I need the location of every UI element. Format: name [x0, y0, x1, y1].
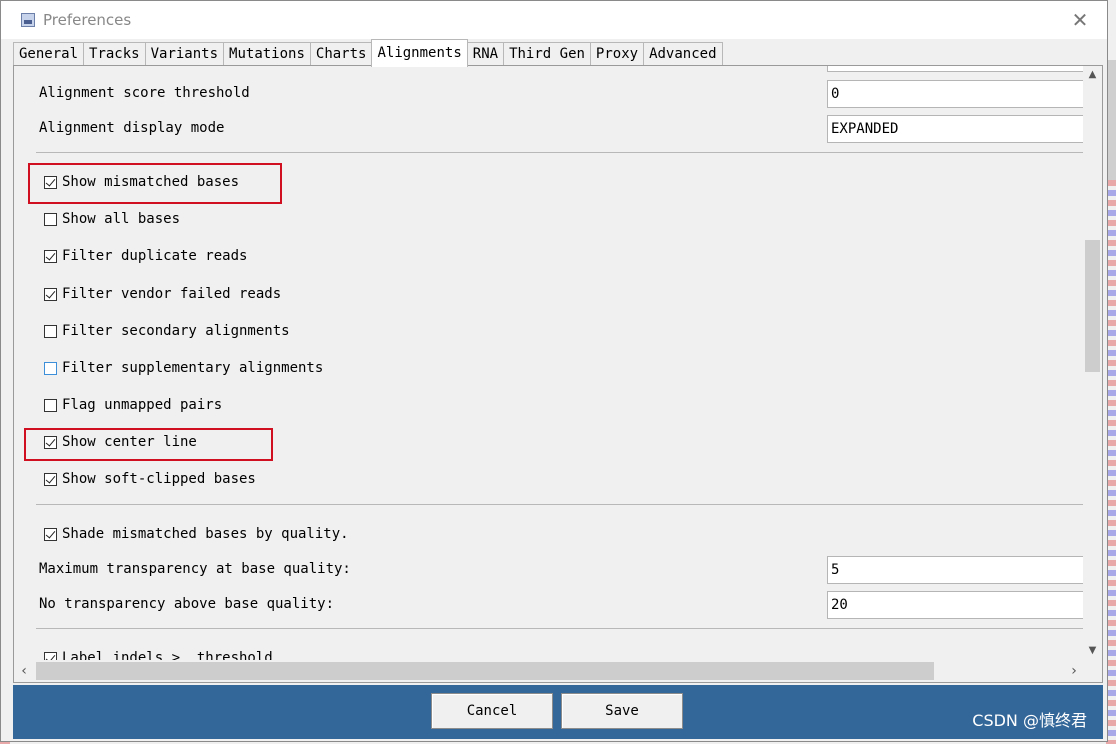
shade-mismatched-checkbox[interactable]: Shade mismatched bases by quality. [44, 524, 349, 544]
tab-rna[interactable]: RNA [466, 42, 505, 66]
checkbox-label: Filter secondary alignments [62, 323, 290, 339]
horizontal-scrollbar[interactable]: ‹ › [14, 660, 1084, 682]
label-indels-checkbox[interactable]: Label indels > threshold [44, 648, 273, 660]
vertical-scroll-thumb[interactable] [1085, 240, 1100, 372]
cancel-button[interactable]: Cancel [431, 693, 553, 729]
divider [36, 152, 1084, 153]
display-mode-input[interactable]: EXPANDED [827, 115, 1084, 143]
highlight-box-center-line [24, 428, 273, 461]
horizontal-scroll-thumb[interactable] [36, 662, 934, 680]
tab-advanced[interactable]: Advanced [643, 42, 723, 66]
checkbox-label: Show soft-clipped bases [62, 471, 256, 487]
checkbox-checked-icon[interactable] [44, 527, 57, 541]
vertical-scrollbar[interactable]: ▲ ▼ [1083, 66, 1102, 660]
checkbox-label: Filter duplicate reads [62, 248, 248, 264]
alignments-panel: Alignment score threshold 0 Alignment di… [13, 65, 1103, 683]
checkbox-label: Filter vendor failed reads [62, 286, 282, 302]
checkbox-unchecked-icon[interactable] [44, 398, 57, 412]
show-soft-clipped-checkbox[interactable]: Show soft-clipped bases [44, 469, 256, 489]
flag-unmapped-checkbox[interactable]: Flag unmapped pairs [44, 395, 222, 415]
no-transparency-label: No transparency above base quality: [39, 596, 335, 612]
preferences-dialog: Preferences ✕ General Tracks Variants Mu… [0, 0, 1108, 742]
score-threshold-label: Alignment score threshold [39, 85, 250, 101]
checkbox-label: Flag unmapped pairs [62, 397, 223, 413]
tab-alignments[interactable]: Alignments [371, 39, 468, 67]
filter-secondary-checkbox[interactable]: Filter secondary alignments [44, 321, 290, 341]
close-icon[interactable]: ✕ [1069, 9, 1091, 31]
tab-third-gen[interactable]: Third Gen [503, 42, 591, 66]
checkbox-label: Shade mismatched bases by quality. [62, 526, 349, 542]
show-all-bases-checkbox[interactable]: Show all bases [44, 209, 180, 229]
display-mode-label: Alignment display mode [39, 120, 225, 136]
scroll-right-arrow-icon[interactable]: › [1064, 660, 1084, 682]
checkbox-unchecked-icon[interactable] [44, 361, 57, 375]
checkbox-checked-icon[interactable] [44, 287, 57, 301]
app-icon [21, 13, 35, 27]
max-transparency-input[interactable]: 5 [827, 556, 1084, 584]
scroll-down-arrow-icon[interactable]: ▼ [1083, 642, 1102, 660]
divider [36, 504, 1084, 505]
window-title: Preferences [43, 11, 132, 29]
scroll-content: Alignment score threshold 0 Alignment di… [14, 66, 1084, 660]
tab-proxy[interactable]: Proxy [589, 42, 645, 66]
checkbox-checked-icon[interactable] [44, 651, 57, 660]
tab-variants[interactable]: Variants [144, 42, 225, 66]
checkbox-label: Show all bases [62, 211, 181, 227]
tab-tracks[interactable]: Tracks [83, 42, 146, 66]
filter-supplementary-checkbox[interactable]: Filter supplementary alignments [44, 358, 323, 378]
button-bar: Cancel Save CSDN @慎终君 [13, 685, 1103, 739]
highlight-box-mismatched [28, 163, 282, 204]
checkbox-checked-icon[interactable] [44, 472, 57, 486]
filter-duplicate-checkbox[interactable]: Filter duplicate reads [44, 246, 247, 266]
tab-mutations[interactable]: Mutations [223, 42, 311, 66]
scroll-left-arrow-icon[interactable]: ‹ [14, 660, 34, 682]
title-bar: Preferences ✕ [1, 1, 1107, 39]
partial-field-top [827, 66, 1084, 72]
divider [36, 628, 1084, 629]
tab-bar: General Tracks Variants Mutations Charts… [13, 39, 723, 67]
no-transparency-input[interactable]: 20 [827, 591, 1084, 619]
tab-charts[interactable]: Charts [309, 42, 373, 66]
scroll-up-arrow-icon[interactable]: ▲ [1083, 66, 1102, 84]
checkbox-checked-icon[interactable] [44, 249, 57, 263]
checkbox-label: Label indels > threshold [62, 650, 273, 660]
score-threshold-input[interactable]: 0 [827, 80, 1084, 108]
watermark-text: CSDN @慎终君 [972, 711, 1087, 730]
filter-vendor-checkbox[interactable]: Filter vendor failed reads [44, 284, 281, 304]
checkbox-unchecked-icon[interactable] [44, 324, 57, 338]
max-transparency-label: Maximum transparency at base quality: [39, 561, 351, 577]
tab-general[interactable]: General [13, 42, 85, 66]
checkbox-label: Filter supplementary alignments [62, 360, 324, 376]
save-button[interactable]: Save [561, 693, 683, 729]
checkbox-unchecked-icon[interactable] [44, 212, 57, 226]
